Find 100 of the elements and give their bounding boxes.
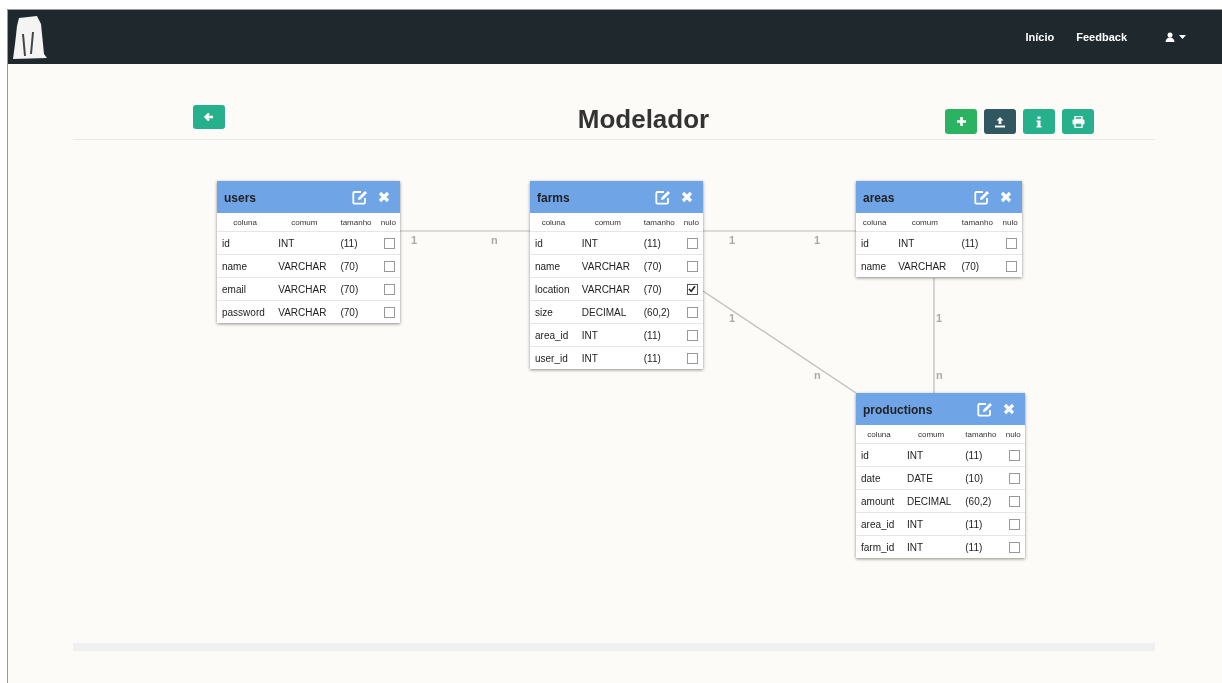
- column-header: coluna: [856, 213, 894, 232]
- null-checkbox[interactable]: [1005, 237, 1017, 249]
- null-checkbox[interactable]: [686, 260, 698, 272]
- table-cell: (70): [335, 300, 377, 323]
- null-checkbox[interactable]: [686, 283, 698, 295]
- null-checkbox[interactable]: [1005, 260, 1017, 272]
- column-header: comum: [901, 425, 961, 444]
- print-button[interactable]: [1062, 109, 1094, 134]
- table-title: productions: [863, 403, 933, 417]
- table-cell: name: [856, 254, 894, 277]
- null-checkbox[interactable]: [686, 306, 698, 318]
- null-checkbox[interactable]: [1008, 449, 1020, 461]
- null-checkbox[interactable]: [1008, 541, 1020, 553]
- column-header: tamanho: [956, 213, 999, 232]
- column-header: comum: [893, 213, 957, 232]
- table-cell: DECIMAL: [576, 300, 639, 324]
- table-title: areas: [863, 191, 895, 205]
- table-cell: id: [856, 443, 902, 467]
- table-cell: (11): [638, 346, 680, 369]
- edit-icon[interactable]: [974, 189, 990, 205]
- table-cell: VARCHAR: [273, 254, 336, 278]
- null-checkbox[interactable]: [686, 237, 698, 249]
- table-cell: (70): [638, 277, 680, 301]
- upload-icon: [994, 115, 1006, 128]
- table-cell: VARCHAR: [273, 277, 336, 301]
- table-cell: (70): [335, 277, 377, 301]
- table-cell: id: [856, 231, 894, 255]
- edit-icon[interactable]: [352, 189, 368, 205]
- null-checkbox[interactable]: [1008, 518, 1020, 530]
- user-icon: [1165, 32, 1175, 42]
- table-title: farms: [537, 191, 570, 205]
- upload-button[interactable]: [984, 109, 1016, 134]
- table-cell: INT: [901, 535, 961, 558]
- null-checkbox[interactable]: [383, 237, 395, 249]
- close-icon[interactable]: [681, 191, 693, 203]
- null-checkbox[interactable]: [383, 306, 395, 318]
- table-cell: INT: [893, 231, 957, 255]
- column-header: comum: [576, 213, 639, 232]
- back-button[interactable]: [193, 105, 225, 129]
- table-cell: id: [530, 231, 577, 255]
- caret-icon: [1179, 35, 1186, 39]
- table-cell: VARCHAR: [893, 254, 957, 277]
- column-header: coluna: [530, 213, 577, 232]
- edit-icon[interactable]: [977, 401, 993, 417]
- null-checkbox[interactable]: [1008, 495, 1020, 507]
- table-cell: (70): [638, 254, 680, 278]
- column-header: nulo: [679, 213, 703, 232]
- null-checkbox[interactable]: [383, 260, 395, 272]
- table-cell: location: [530, 277, 577, 301]
- column-header: comum: [273, 213, 336, 232]
- null-checkbox[interactable]: [1008, 472, 1020, 484]
- table-cell: VARCHAR: [273, 300, 336, 323]
- table-cell: farm_id: [856, 535, 902, 558]
- column-header: nulo: [376, 213, 400, 232]
- cardinality-label: n: [814, 369, 821, 381]
- add-button[interactable]: [945, 109, 977, 134]
- table-cell: (10): [960, 466, 1002, 490]
- table-cell: (60,2): [638, 300, 680, 324]
- table-cell: area_id: [856, 512, 902, 536]
- info-icon: [1036, 115, 1042, 128]
- table-cell: (11): [335, 231, 377, 255]
- table-cell: (70): [956, 254, 999, 277]
- edit-icon[interactable]: [655, 189, 671, 205]
- cardinality-label: 1: [814, 234, 821, 246]
- close-icon[interactable]: [1003, 403, 1015, 415]
- cardinality-label: n: [936, 369, 943, 381]
- null-checkbox[interactable]: [686, 329, 698, 341]
- table-cell: VARCHAR: [576, 277, 639, 301]
- nav-link[interactable]: Feedback: [1065, 31, 1138, 43]
- page-title: Modelador: [577, 103, 710, 134]
- null-checkbox[interactable]: [383, 283, 395, 295]
- table-cell: user_id: [530, 346, 577, 369]
- info-button[interactable]: [1023, 109, 1055, 134]
- column-header: nulo: [1001, 425, 1025, 444]
- column-header: coluna: [856, 425, 902, 444]
- close-icon[interactable]: [378, 191, 390, 203]
- cardinality-label: 1: [411, 234, 418, 246]
- logo-icon: [11, 14, 47, 60]
- table-cell: (11): [960, 443, 1002, 467]
- plus-icon: [955, 116, 967, 127]
- table-title: users: [224, 191, 257, 205]
- null-checkbox[interactable]: [686, 352, 698, 364]
- column-header: tamanho: [638, 213, 680, 232]
- table-cell: VARCHAR: [576, 254, 639, 278]
- nav-link[interactable]: Início: [1014, 31, 1066, 43]
- table-cell: name: [217, 254, 274, 278]
- table-cell: email: [217, 277, 274, 301]
- table-cell: (11): [638, 231, 680, 255]
- table-cell: DECIMAL: [901, 489, 961, 513]
- cardinality-label: 1: [729, 312, 736, 324]
- close-icon[interactable]: [1000, 191, 1012, 203]
- table-cell: INT: [576, 323, 639, 347]
- table-cell: (60,2): [960, 489, 1002, 513]
- table-cell: amount: [856, 489, 902, 513]
- table-cell: DATE: [901, 466, 961, 490]
- table-cell: INT: [576, 346, 639, 369]
- table-cell: id: [217, 231, 274, 255]
- printer-icon: [1071, 115, 1085, 128]
- table-cell: INT: [273, 231, 336, 255]
- table-cell: size: [530, 300, 577, 324]
